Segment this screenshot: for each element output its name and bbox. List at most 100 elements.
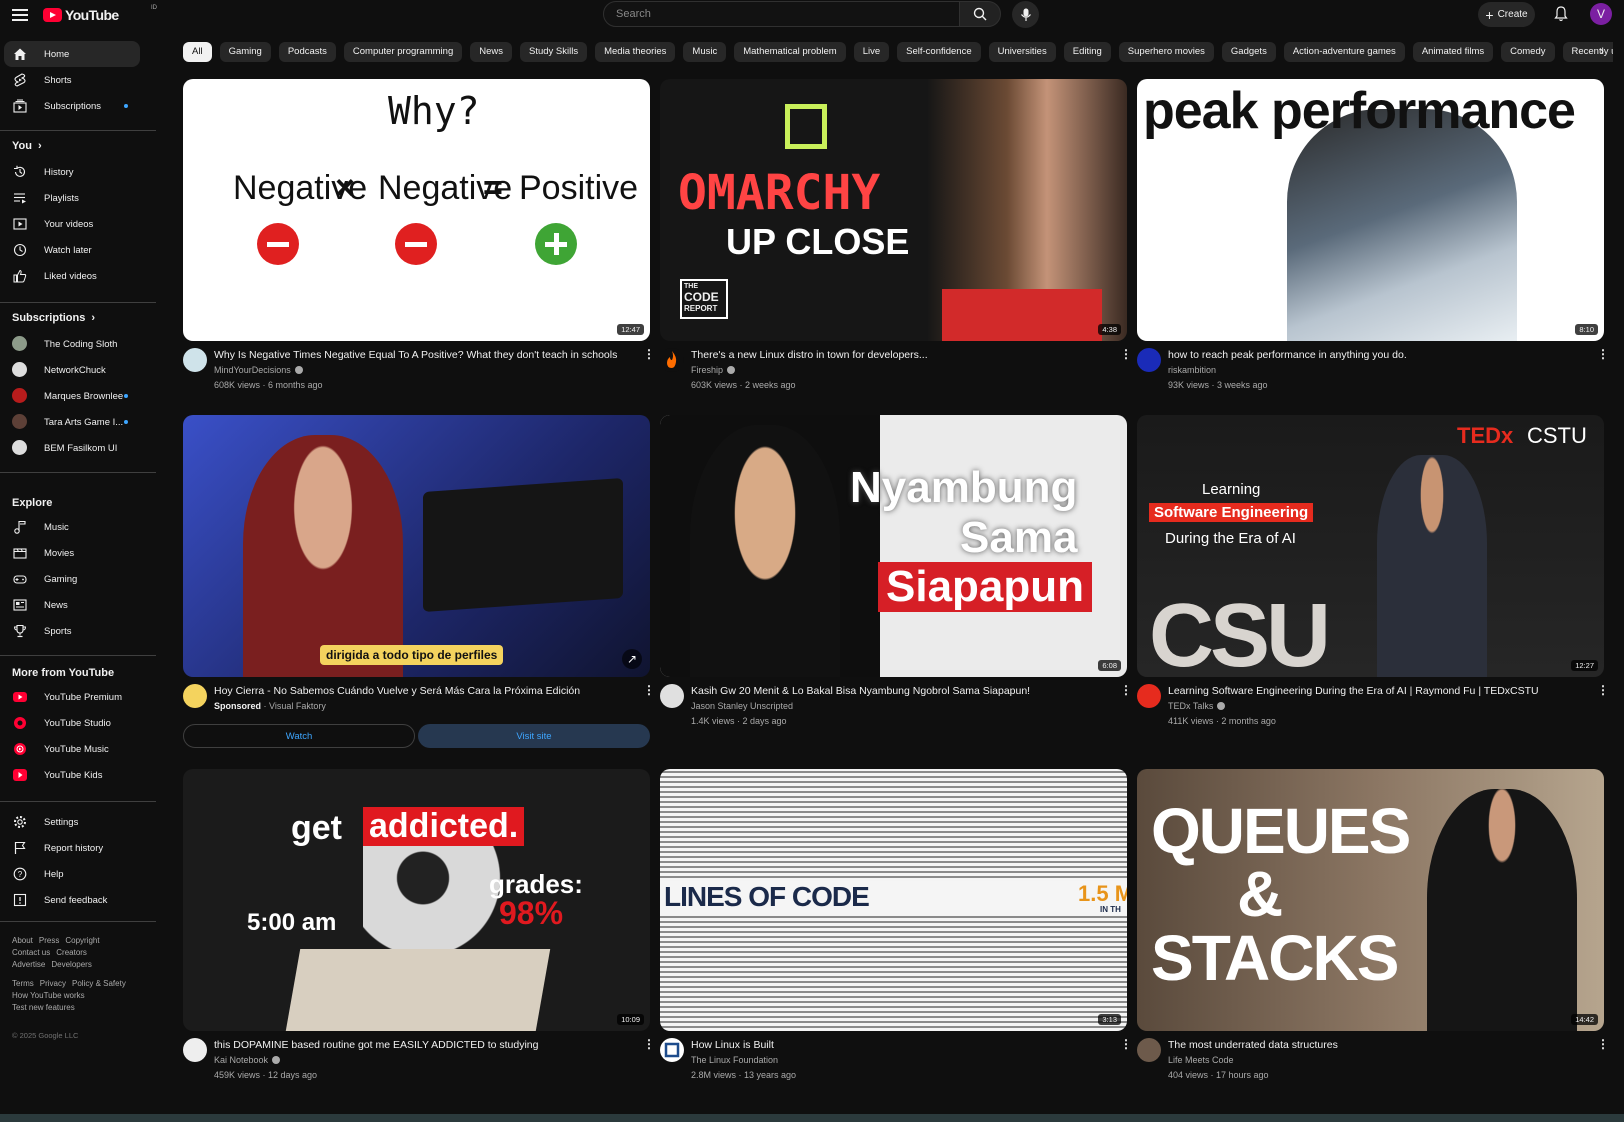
more-options-icon[interactable]: ⋮ [1597,683,1609,697]
chip-animated-films[interactable]: Animated films [1412,42,1494,62]
sidebar-channel-networkchuck[interactable]: NetworkChuck [4,357,140,383]
you-section-header[interactable]: You › [12,140,42,152]
channel-avatar[interactable] [183,348,207,372]
video-thumbnail[interactable]: peak performance 8:10 [1137,79,1604,341]
chip-news[interactable]: News [470,42,512,62]
chevron-right-icon[interactable]: › [1600,44,1604,58]
search-button[interactable] [959,1,1001,27]
footer-link[interactable]: Privacy [40,979,66,988]
channel-avatar[interactable] [1137,684,1161,708]
video-card[interactable]: OMARCHY UP CLOSE THE CODE REPORT 4:38 Ther… [660,79,1132,399]
footer-link[interactable]: Creators [56,948,87,957]
video-thumbnail[interactable]: Nyambung Sama Siapapun 6:08 [660,415,1127,677]
footer-link[interactable]: Copyright [65,936,99,945]
footer-link[interactable]: Contact us [12,948,50,957]
sidebar-channel-bem-fasilkom-ui[interactable]: BEM Fasilkom UI [4,435,140,461]
chip-all[interactable]: All [183,42,212,62]
chip-recently-uploaded[interactable]: Recently uploaded [1562,42,1613,62]
chip-media-theories[interactable]: Media theories [595,42,676,62]
video-card[interactable]: Why? Negative × Negative = Positive 12:4… [183,79,655,399]
sidebar-item-gaming[interactable]: Gaming [4,566,140,592]
channel-name[interactable]: Fireship [691,365,736,375]
sidebar-item-youtube-music[interactable]: YouTube Music [4,736,140,762]
video-title[interactable]: Kasih Gw 20 Menit & Lo Bakal Bisa Nyambu… [691,685,1101,698]
sidebar-item-youtube-premium[interactable]: YouTube Premium [4,684,140,710]
video-title[interactable]: Why Is Negative Times Negative Equal To … [214,349,624,362]
channel-name[interactable]: Kai Notebook [214,1055,281,1065]
footer-link[interactable]: Terms [12,979,34,988]
more-options-icon[interactable]: ⋮ [1120,347,1132,361]
notifications-bell-icon[interactable] [1554,6,1568,27]
more-options-icon[interactable]: ⋮ [643,347,655,361]
sidebar-item-help[interactable]: ? Help [4,861,140,887]
ad-title[interactable]: Hoy Cierra - No Sabemos Cuándo Vuelve y … [214,685,624,698]
search-input[interactable]: Search [603,1,960,27]
channel-avatar[interactable] [183,1038,207,1062]
hamburger-menu-icon[interactable] [12,7,28,23]
video-card[interactable]: LINES OF CODE 1.5 M IN TH 3:13 How Linux… [660,769,1132,1089]
video-thumbnail[interactable]: dirigida a todo tipo de perfiles ↗ [183,415,650,677]
more-options-icon[interactable]: ⋮ [1120,683,1132,697]
chip-computer-programming[interactable]: Computer programming [343,42,463,62]
visit-site-button[interactable]: Visit site [418,724,650,748]
voice-search-button[interactable] [1012,1,1039,28]
video-thumbnail[interactable]: Why? Negative × Negative = Positive 12:4… [183,79,650,341]
chip-universities[interactable]: Universities [988,42,1056,62]
video-title[interactable]: There's a new Linux distro in town for d… [691,349,1101,362]
channel-name[interactable]: riskambition [1168,365,1216,375]
footer-link[interactable]: Test new features [12,1003,75,1012]
ad-card[interactable]: dirigida a todo tipo de perfiles ↗ Hoy C… [183,415,655,755]
sidebar-channel-the-coding-sloth[interactable]: The Coding Sloth [4,331,140,357]
chip-comedy[interactable]: Comedy [1501,42,1555,62]
subscriptions-section-header[interactable]: Subscriptions › [12,312,95,324]
sidebar-item-report-history[interactable]: Report history [4,835,140,861]
chip-gaming[interactable]: Gaming [219,42,271,62]
sidebar-item-your-videos[interactable]: Your videos [4,211,140,237]
account-avatar[interactable]: V [1590,3,1612,25]
chip-podcasts[interactable]: Podcasts [278,42,336,62]
chip-action-adventure-games[interactable]: Action-adventure games [1283,42,1405,62]
watch-button[interactable]: Watch [183,724,415,748]
advertiser-name[interactable]: Visual Faktory [269,701,326,711]
channel-name[interactable]: Life Meets Code [1168,1055,1234,1065]
footer-link[interactable]: Developers [51,960,91,969]
channel-avatar[interactable] [660,684,684,708]
video-card[interactable]: CSU TEDx CSTU Learning Software Engineer… [1137,415,1609,735]
video-title[interactable]: how to reach peak performance in anythin… [1168,349,1578,362]
chip-editing[interactable]: Editing [1063,42,1111,62]
footer-link[interactable]: Advertise [12,960,45,969]
video-title[interactable]: Learning Software Engineering During the… [1168,685,1578,698]
video-thumbnail[interactable]: LINES OF CODE 1.5 M IN TH 3:13 [660,769,1127,1031]
sidebar-item-watch-later[interactable]: Watch later [4,237,140,263]
channel-name[interactable]: TEDx Talks [1168,701,1226,711]
chip-study-skills[interactable]: Study Skills [520,42,588,62]
more-options-icon[interactable]: ⋮ [1120,1037,1132,1051]
chip-self-confidence[interactable]: Self-confidence [897,42,981,62]
sidebar-item-liked-videos[interactable]: Liked videos [4,263,140,289]
more-options-icon[interactable]: ⋮ [1597,347,1609,361]
footer-link[interactable]: Policy & Safety [72,979,126,988]
video-title[interactable]: How Linux is Built [691,1039,1101,1052]
video-thumbnail[interactable]: OMARCHY UP CLOSE THE CODE REPORT 4:38 [660,79,1127,341]
sidebar-item-home[interactable]: Home [4,41,140,67]
sidebar-item-youtube-kids[interactable]: YouTube Kids [4,762,140,788]
footer-link[interactable]: How YouTube works [12,991,85,1000]
footer-link[interactable]: Press [39,936,59,945]
sidebar-item-settings[interactable]: Settings [4,809,140,835]
video-card[interactable]: peak performance 8:10 how to reach peak … [1137,79,1609,399]
chip-superhero-movies[interactable]: Superhero movies [1118,42,1214,62]
video-title[interactable]: The most underrated data structures [1168,1039,1578,1052]
sidebar-item-youtube-studio[interactable]: YouTube Studio [4,710,140,736]
more-options-icon[interactable]: ⋮ [643,683,655,697]
more-options-icon[interactable]: ⋮ [643,1037,655,1051]
channel-avatar[interactable] [660,1038,684,1062]
chip-gadgets[interactable]: Gadgets [1221,42,1276,62]
channel-avatar[interactable] [660,348,684,372]
video-card[interactable]: get addicted. grades: 98% 5:00 am 10:09 … [183,769,655,1089]
footer-link[interactable]: About [12,936,33,945]
sidebar-item-movies[interactable]: Movies [4,540,140,566]
channel-name[interactable]: MindYourDecisions [214,365,303,375]
sidebar-channel-tara-arts[interactable]: Tara Arts Game I... [4,409,140,435]
sidebar-item-shorts[interactable]: Shorts [4,67,140,93]
sidebar-item-sports[interactable]: Sports [4,618,140,644]
